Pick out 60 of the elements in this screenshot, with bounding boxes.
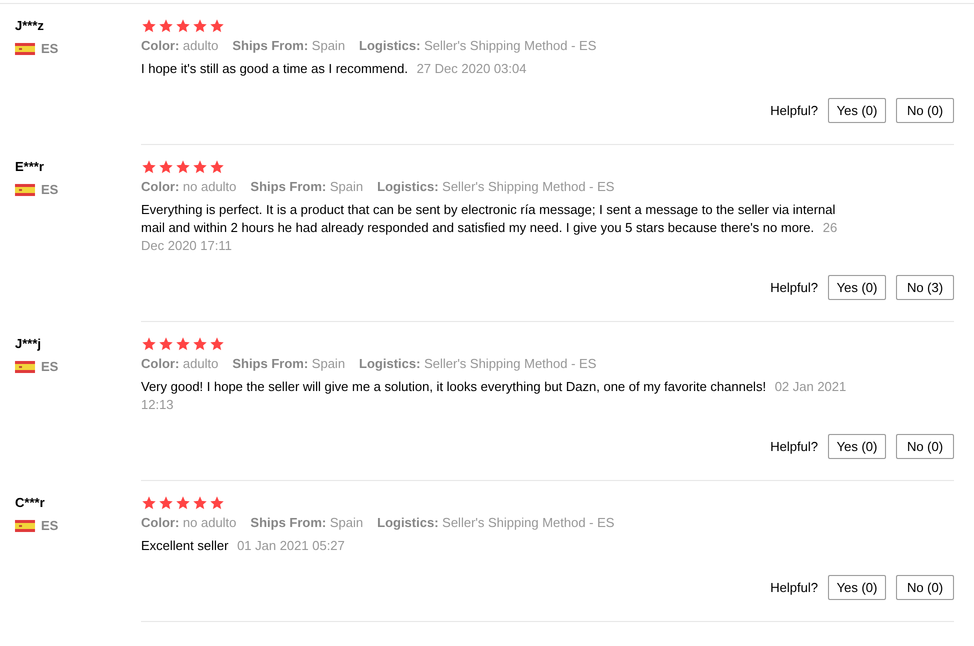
review-text: Everything is perfect. It is a product that can be sent by electronic ría message; I sent a message to the seller via internal mail and within 2 hours he had already responded and satisfied my need. I give you 5 stars because there's no more. 26 Dec 2020 17:11 [141, 201, 838, 255]
attribute-text: Color: adulto [141, 356, 218, 371]
helpful-label: Helpful? [770, 280, 818, 295]
flag-icon [15, 184, 35, 196]
flag-icon [15, 42, 35, 54]
yes-button[interactable]: Yes (0) [828, 434, 886, 459]
star-icon [175, 495, 191, 511]
star-icon [141, 18, 157, 34]
review-text: I hope it's still as good a time as I recommend. 27 Dec 2020 03:04 [141, 60, 528, 78]
attribute-text: Ships From: Spain [232, 38, 346, 53]
no-button[interactable]: No (0) [896, 98, 954, 123]
attribute-text: Color: no adulto [141, 515, 236, 530]
star-icon [192, 18, 208, 34]
country-code: ES [41, 41, 58, 56]
star-icon [141, 495, 157, 511]
star-icon [175, 336, 191, 352]
attribute-text: Logistics: Seller's Shipping Method - ES [377, 515, 614, 530]
star-icon [141, 336, 157, 352]
star-icon [209, 495, 225, 511]
star-icon [158, 495, 174, 511]
country-code: ES [41, 518, 58, 533]
no-button[interactable]: No (0) [896, 434, 954, 459]
attribute-text: Color: no adulto [141, 179, 236, 194]
yes-button[interactable]: Yes (0) [828, 275, 886, 300]
review-text: Very good! I hope the seller will give me a solution, it looks everything but Dazn, one of my favorite channels! 02 Jan 2021 12:13 [141, 378, 848, 414]
reviewer-name: E***r [15, 159, 45, 174]
flag-icon [15, 520, 35, 532]
review-text: Excellent seller 01 Jan 2021 05:27 [141, 537, 346, 555]
attribute-text: Logistics: Seller's Shipping Method - ES [377, 179, 614, 194]
attribute-text: Ships From: Spain [232, 356, 346, 371]
attribute-text: Ships From: Spain [250, 179, 364, 194]
reviewer-name: J***j [15, 336, 42, 351]
star-icon [192, 495, 208, 511]
yes-button[interactable]: Yes (0) [828, 575, 886, 600]
reviewer-name: J***z [15, 18, 45, 33]
attribute-text: Logistics: Seller's Shipping Method - ES [359, 356, 596, 371]
helpful-label: Helpful? [770, 103, 818, 118]
star-icon [158, 159, 174, 175]
star-icon [175, 18, 191, 34]
helpful-label: Helpful? [770, 580, 818, 595]
star-icon [209, 18, 225, 34]
attribute-text: Ships From: Spain [250, 515, 364, 530]
star-icon [141, 159, 157, 175]
star-icon [175, 159, 191, 175]
star-icon [158, 18, 174, 34]
flag-icon [15, 360, 35, 372]
star-icon [192, 159, 208, 175]
star-icon [209, 336, 225, 352]
star-icon [209, 159, 225, 175]
star-icon [158, 336, 174, 352]
reviewer-name: C***r [15, 495, 46, 510]
attribute-text: Logistics: Seller's Shipping Method - ES [359, 38, 596, 53]
attribute-text: Color: adulto [141, 38, 218, 53]
star-icon [192, 336, 208, 352]
yes-button[interactable]: Yes (0) [828, 98, 886, 123]
country-code: ES [41, 359, 58, 374]
country-code: ES [41, 182, 58, 197]
no-button[interactable]: No (3) [896, 275, 954, 300]
helpful-label: Helpful? [770, 439, 818, 454]
no-button[interactable]: No (0) [896, 575, 954, 600]
